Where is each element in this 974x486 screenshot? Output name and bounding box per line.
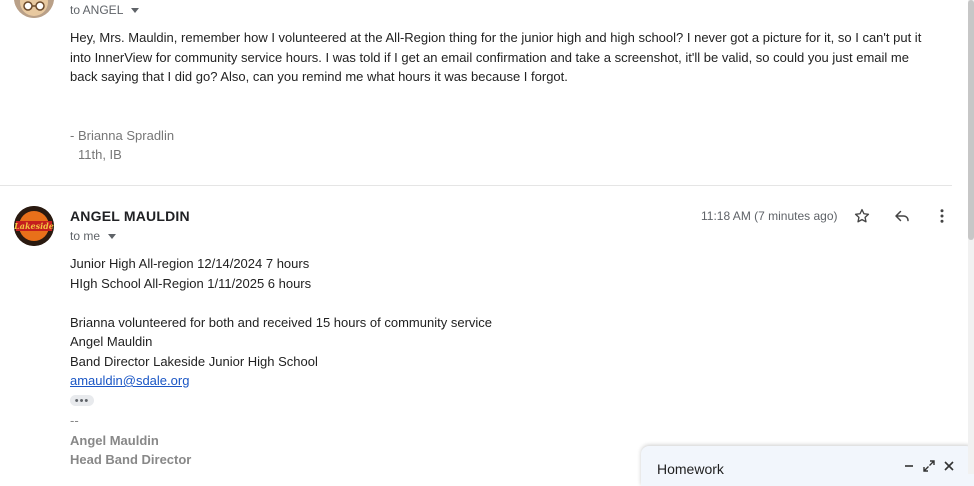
chevron-down-icon[interactable] bbox=[131, 7, 140, 13]
body-line: into InnerView for community service hou… bbox=[70, 49, 909, 65]
body-line: Hey, Mrs. Mauldin, remember how I volunt… bbox=[70, 30, 922, 45]
show-trimmed-content-button[interactable]: ••• bbox=[70, 395, 94, 406]
body-line: Angel Mauldin bbox=[70, 334, 153, 349]
body-line: HIgh School All-Region 1/11/2025 6 hours bbox=[70, 275, 312, 291]
body-line: Junior High All-region 12/14/2024 7 hour… bbox=[70, 256, 310, 271]
body-line: back saying that I did go? Also, can you… bbox=[70, 69, 568, 84]
reply-icon bbox=[895, 210, 909, 222]
signature-separator: -- bbox=[70, 413, 79, 428]
reply-button[interactable] bbox=[890, 204, 914, 228]
expand-icon bbox=[923, 460, 935, 472]
chevron-down-icon[interactable] bbox=[108, 233, 117, 239]
signature-name: Angel Mauldin bbox=[70, 433, 159, 448]
sender-avatar[interactable]: Lakeside bbox=[14, 206, 54, 246]
message-signature: - Brianna Spradlin 11th, IB bbox=[70, 126, 174, 164]
more-options-button[interactable] bbox=[930, 204, 954, 228]
sender-avatar[interactable] bbox=[14, 0, 54, 18]
message-body: Junior High All-region 12/14/2024 7 hour… bbox=[70, 254, 492, 391]
body-line: Band Director Lakeside Junior High Schoo… bbox=[70, 353, 318, 369]
avatar-logo-text: Lakeside bbox=[14, 221, 54, 231]
body-line bbox=[70, 293, 492, 313]
signature-class: 11th, IB bbox=[78, 147, 122, 162]
scrollbar-thumb[interactable] bbox=[968, 0, 974, 240]
minimize-button[interactable] bbox=[901, 458, 917, 474]
close-button[interactable] bbox=[941, 458, 957, 474]
signature-name: - Brianna Spradlin bbox=[70, 128, 175, 143]
compose-window[interactable]: Homework bbox=[641, 446, 974, 486]
recipient-label: to ANGEL bbox=[70, 3, 124, 17]
recipient-details-toggle[interactable]: to me bbox=[70, 229, 117, 243]
more-vert-icon bbox=[940, 209, 944, 223]
minimize-icon bbox=[905, 465, 913, 467]
page-scrollbar[interactable] bbox=[968, 0, 974, 474]
email-link[interactable]: amauldin@sdale.org bbox=[70, 373, 189, 388]
recipient-label: to me bbox=[70, 229, 101, 243]
compose-title[interactable]: Homework bbox=[657, 461, 724, 477]
star-icon bbox=[854, 208, 870, 223]
recipient-details-toggle[interactable]: to ANGEL bbox=[70, 3, 140, 17]
message-divider bbox=[0, 185, 952, 186]
message-timestamp: 11:18 AM (7 minutes ago) bbox=[701, 209, 838, 223]
expand-button[interactable] bbox=[921, 458, 937, 474]
sender-name: ANGEL MAULDIN bbox=[70, 208, 190, 224]
star-button[interactable] bbox=[850, 204, 874, 228]
close-icon bbox=[944, 461, 954, 471]
message-body: Hey, Mrs. Mauldin, remember how I volunt… bbox=[70, 28, 921, 87]
signature-title: Head Band Director bbox=[70, 452, 192, 467]
body-line: Brianna volunteered for both and receive… bbox=[70, 314, 493, 330]
